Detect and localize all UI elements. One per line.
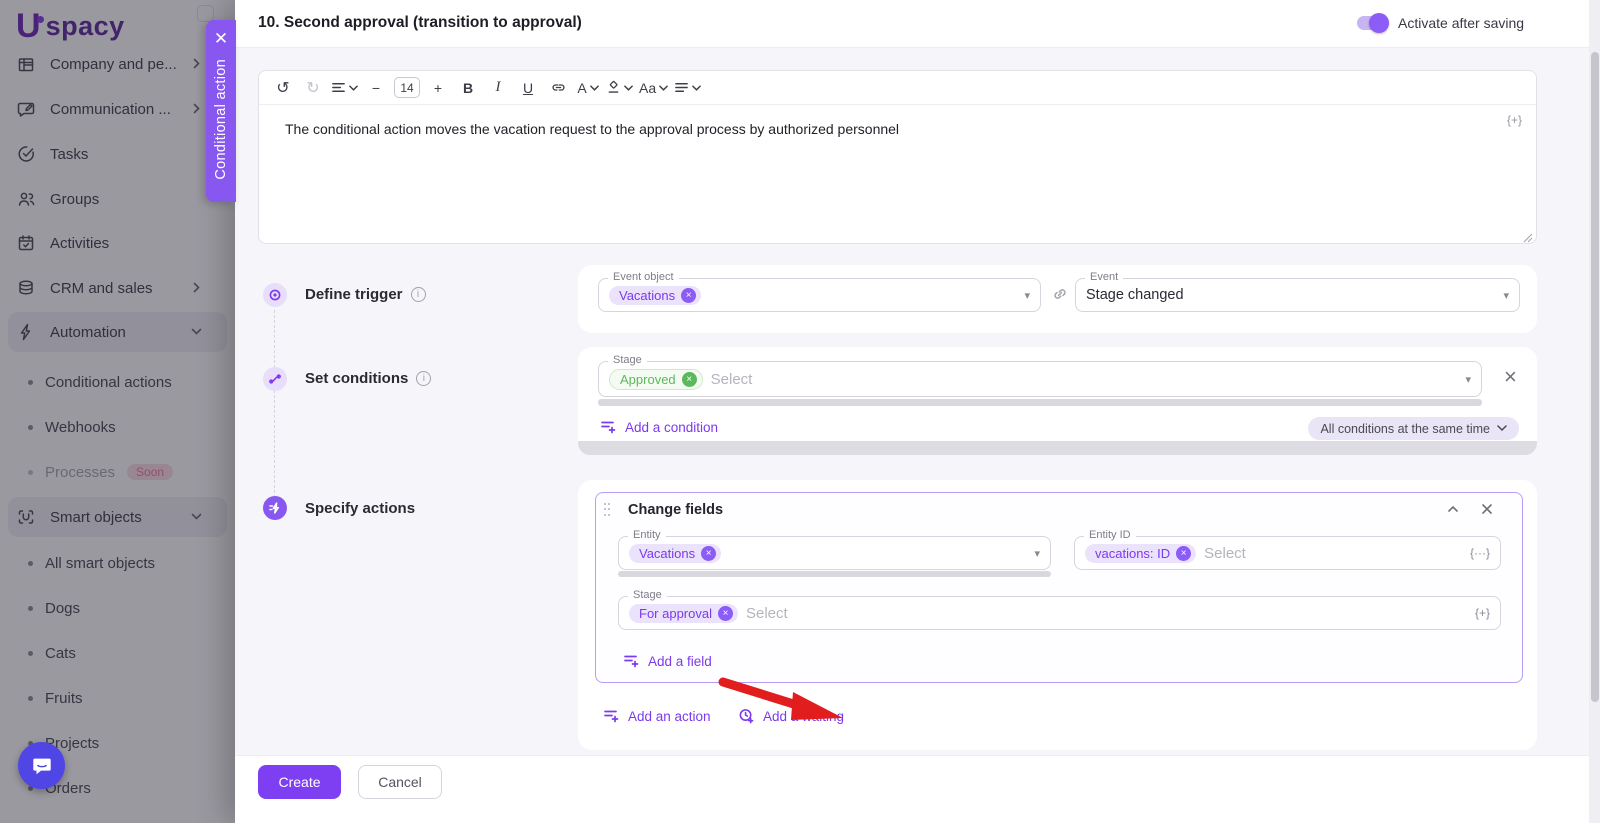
vertical-scrollbar-thumb[interactable] bbox=[1591, 52, 1599, 702]
conditions-card: Stage Approved Select Add a condition Al… bbox=[578, 347, 1537, 455]
redo-button[interactable] bbox=[301, 76, 325, 100]
chip-remove-icon[interactable] bbox=[701, 546, 716, 561]
tab-label: Conditional action bbox=[213, 59, 229, 180]
editor-content[interactable]: The conditional action moves the vacatio… bbox=[259, 106, 1536, 243]
entity-id-label: Entity ID bbox=[1084, 529, 1136, 541]
activate-toggle[interactable] bbox=[1357, 16, 1387, 30]
chip-remove-icon[interactable] bbox=[1176, 546, 1191, 561]
screen: U spacy Company and pe... Communication … bbox=[0, 0, 1600, 823]
close-icon[interactable]: ✕ bbox=[214, 30, 228, 47]
chevron-down-icon bbox=[1497, 425, 1507, 432]
link-connector-icon bbox=[1051, 285, 1069, 303]
action-stage-field[interactable]: Stage For approval Select {+} bbox=[618, 596, 1501, 630]
horizontal-scrollbar[interactable] bbox=[618, 571, 1051, 577]
highlight-button[interactable] bbox=[606, 76, 633, 100]
dropdown-arrow-icon bbox=[1503, 289, 1509, 302]
event-object-select[interactable]: Event object Vacations bbox=[598, 278, 1041, 312]
conditions-section-title: Set conditions bbox=[305, 370, 408, 387]
event-object-chip: Vacations bbox=[609, 286, 701, 305]
entity-id-field[interactable]: Entity ID vacations: ID Select {···} bbox=[1074, 536, 1501, 570]
trigger-step-icon bbox=[263, 283, 287, 307]
list-plus-icon bbox=[600, 419, 617, 435]
horizontal-scrollbar[interactable] bbox=[578, 441, 1537, 455]
drawer-footer: Create Cancel bbox=[235, 755, 1600, 823]
select-placeholder: Select bbox=[1204, 545, 1246, 562]
select-placeholder: Select bbox=[746, 605, 788, 622]
horizontal-scrollbar[interactable] bbox=[598, 399, 1482, 406]
actions-section-title: Specify actions bbox=[305, 500, 415, 517]
change-fields-card: Change fields Entity Vacations Entity ID… bbox=[595, 492, 1523, 683]
actions-step-icon bbox=[263, 496, 287, 520]
dropdown-arrow-icon bbox=[1465, 373, 1471, 386]
drawer-header: 10. Second approval (transition to appro… bbox=[235, 0, 1600, 48]
chip-remove-icon[interactable] bbox=[681, 288, 696, 303]
action-card-title: Change fields bbox=[628, 502, 723, 518]
chip-remove-icon[interactable] bbox=[682, 372, 697, 387]
font-size-increase-button[interactable]: + bbox=[426, 76, 450, 100]
variable-token[interactable]: {+} bbox=[1475, 606, 1490, 620]
select-placeholder: Select bbox=[711, 371, 753, 388]
activate-toggle-label: Activate after saving bbox=[1398, 15, 1524, 31]
resize-handle[interactable] bbox=[1523, 230, 1533, 240]
italic-button[interactable]: I bbox=[486, 76, 510, 100]
create-button[interactable]: Create bbox=[258, 765, 341, 799]
for-approval-chip: For approval bbox=[629, 604, 738, 623]
approved-chip: Approved bbox=[609, 369, 703, 390]
stage-label: Stage bbox=[628, 589, 667, 601]
underline-button[interactable]: U bbox=[516, 76, 540, 100]
vertical-scrollbar-track[interactable] bbox=[1589, 0, 1600, 823]
entity-label: Entity bbox=[628, 529, 666, 541]
add-condition-button[interactable]: Add a condition bbox=[600, 419, 718, 435]
entity-chip: Vacations bbox=[629, 544, 721, 563]
list-plus-icon bbox=[623, 653, 640, 669]
info-icon[interactable] bbox=[411, 287, 426, 302]
undo-button[interactable] bbox=[271, 76, 295, 100]
event-object-label: Event object bbox=[608, 271, 679, 283]
event-select[interactable]: Event Stage changed bbox=[1075, 278, 1520, 312]
font-size-value[interactable]: 14 bbox=[394, 77, 420, 98]
link-button[interactable] bbox=[546, 76, 570, 100]
entity-id-chip: vacations: ID bbox=[1085, 544, 1196, 563]
editor-toolbar: − 14 + B I U A Aa bbox=[259, 71, 1536, 105]
chip-remove-icon[interactable] bbox=[718, 606, 733, 621]
add-field-button[interactable]: Add a field bbox=[623, 653, 712, 669]
trigger-section-title: Define trigger bbox=[305, 286, 403, 303]
drag-handle-icon[interactable] bbox=[604, 503, 612, 517]
stage-label: Stage bbox=[608, 354, 647, 366]
text-case-button[interactable]: Aa bbox=[639, 76, 668, 100]
font-size-decrease-button[interactable]: − bbox=[364, 76, 388, 100]
conditions-step-icon bbox=[263, 367, 287, 391]
condition-stage-select[interactable]: Stage Approved Select bbox=[598, 361, 1482, 397]
remove-action-icon[interactable] bbox=[1480, 502, 1494, 521]
add-action-button[interactable]: Add an action bbox=[603, 708, 711, 724]
list-plus-icon bbox=[603, 708, 620, 724]
bold-button[interactable]: B bbox=[456, 76, 480, 100]
event-value: Stage changed bbox=[1086, 287, 1184, 303]
list-button[interactable] bbox=[674, 76, 701, 100]
event-label: Event bbox=[1085, 271, 1123, 283]
remove-condition-icon[interactable] bbox=[1504, 367, 1517, 387]
conditions-mode-select[interactable]: All conditions at the same time bbox=[1308, 417, 1519, 440]
description-editor[interactable]: − 14 + B I U A Aa The conditional action… bbox=[258, 70, 1537, 244]
step-connector bbox=[274, 310, 275, 498]
modal-backdrop[interactable] bbox=[0, 0, 235, 823]
page-title: 10. Second approval (transition to appro… bbox=[258, 14, 582, 32]
chat-fab[interactable] bbox=[18, 742, 65, 789]
insert-variable-token[interactable]: {+} bbox=[1507, 113, 1522, 127]
chat-bubble-icon bbox=[31, 755, 53, 777]
dropdown-arrow-icon bbox=[1024, 289, 1030, 302]
align-button[interactable] bbox=[331, 76, 358, 100]
collapse-icon[interactable] bbox=[1446, 502, 1460, 521]
cancel-button[interactable]: Cancel bbox=[358, 765, 442, 799]
info-icon[interactable] bbox=[416, 371, 431, 386]
dropdown-arrow-icon bbox=[1034, 547, 1040, 560]
conditional-action-tab[interactable]: ✕ Conditional action bbox=[206, 20, 236, 202]
toggle-knob bbox=[1369, 13, 1389, 33]
annotation-arrow bbox=[705, 668, 865, 730]
variable-token[interactable]: {···} bbox=[1470, 546, 1490, 560]
entity-select[interactable]: Entity Vacations bbox=[618, 536, 1051, 570]
conditional-action-drawer: 10. Second approval (transition to appro… bbox=[235, 0, 1600, 823]
font-color-button[interactable]: A bbox=[576, 76, 600, 100]
trigger-card: Event object Vacations Event Stage chang… bbox=[578, 265, 1537, 333]
